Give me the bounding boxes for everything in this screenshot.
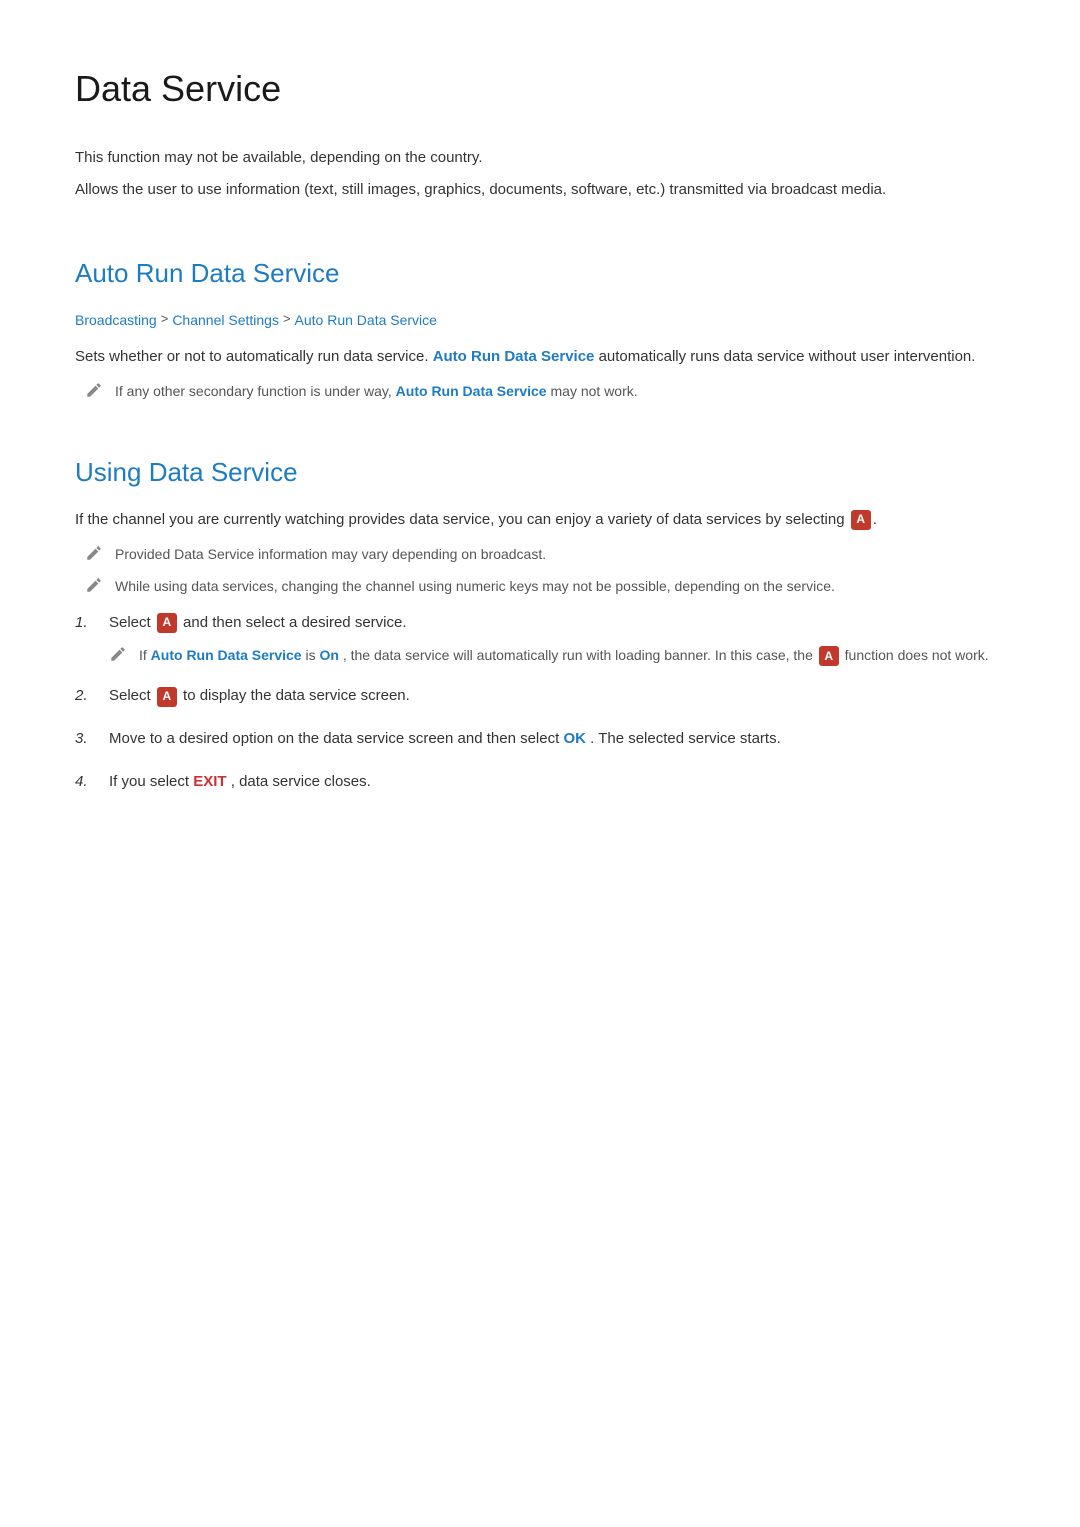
step-4: 4. If you select EXIT , data service clo… [75, 770, 1005, 795]
step3-text-after: . The selected service starts. [590, 730, 781, 747]
pencil-icon-1 [85, 544, 105, 564]
section2-note2-text: While using data services, changing the … [115, 575, 835, 597]
section1-body-text1: Sets whether or not to automatically run… [75, 348, 429, 365]
step3-ok: OK [563, 730, 586, 747]
section1-note-highlight: Auto Run Data Service [396, 383, 547, 399]
pencil-icon-2 [85, 576, 105, 596]
step1-nested-highlight: Auto Run Data Service [151, 647, 302, 663]
step1-text-before: Select [109, 614, 155, 631]
section2-note1-text: Provided Data Service information may va… [115, 543, 546, 565]
section1-highlight1: Auto Run Data Service [433, 348, 595, 365]
step1-content: Select A and then select a desired servi… [109, 611, 1005, 666]
step1-text-after: and then select a desired service. [183, 614, 406, 631]
section-auto-run: Auto Run Data Service Broadcasting > Cha… [75, 253, 1005, 402]
intro-para-1: This function may not be available, depe… [75, 146, 1005, 171]
a-badge-nested: A [819, 646, 839, 666]
steps-list: 1. Select A and then select a desired se… [75, 611, 1005, 794]
step4-text-before: If you select [109, 773, 193, 790]
step4-content: If you select EXIT , data service closes… [109, 770, 1005, 795]
step2-text-before: Select [109, 687, 155, 704]
section1-note: If any other secondary function is under… [85, 380, 1005, 402]
step4-text-after: , data service closes. [231, 773, 371, 790]
a-badge-intro: A [851, 510, 871, 530]
section1-title: Auto Run Data Service [75, 253, 1005, 295]
section1-body: Sets whether or not to automatically run… [75, 345, 1005, 370]
section2-intro: If the channel you are currently watchin… [75, 508, 1005, 533]
step-3: 3. Move to a desired option on the data … [75, 727, 1005, 752]
step1-num: 1. [75, 611, 95, 636]
pencil-icon [85, 381, 105, 401]
a-badge-step1: A [157, 613, 177, 633]
pencil-icon-3 [109, 645, 129, 665]
breadcrumb-link-broadcasting[interactable]: Broadcasting [75, 309, 157, 331]
section1-body-text2: automatically runs data service without … [599, 348, 976, 365]
step2-content: Select A to display the data service scr… [109, 684, 1005, 709]
section2-note1: Provided Data Service information may va… [85, 543, 1005, 565]
step1-nested-note: If Auto Run Data Service is On , the dat… [109, 644, 1005, 666]
step4-num: 4. [75, 770, 95, 795]
breadcrumb-link-auto-run[interactable]: Auto Run Data Service [295, 309, 437, 331]
breadcrumb: Broadcasting > Channel Settings > Auto R… [75, 309, 1005, 331]
step-1: 1. Select A and then select a desired se… [75, 611, 1005, 666]
intro-para-2: Allows the user to use information (text… [75, 178, 1005, 203]
step2-text-after: to display the data service screen. [183, 687, 410, 704]
step1-nested-text: If Auto Run Data Service is On , the dat… [139, 644, 989, 666]
section1-note-text: If any other secondary function is under… [115, 380, 638, 402]
step3-content: Move to a desired option on the data ser… [109, 727, 1005, 752]
step2-num: 2. [75, 684, 95, 709]
section2-note2: While using data services, changing the … [85, 575, 1005, 597]
breadcrumb-sep-2: > [283, 309, 291, 330]
breadcrumb-link-channel-settings[interactable]: Channel Settings [172, 309, 279, 331]
step-2: 2. Select A to display the data service … [75, 684, 1005, 709]
step3-num: 3. [75, 727, 95, 752]
step3-text: Move to a desired option on the data ser… [109, 730, 563, 747]
step4-exit: EXIT [193, 773, 226, 790]
a-badge-step2: A [157, 687, 177, 707]
breadcrumb-sep-1: > [161, 309, 169, 330]
section2-title: Using Data Service [75, 452, 1005, 494]
step1-on-text: On [320, 647, 339, 663]
page-title: Data Service [75, 60, 1005, 118]
section-using-data-service: Using Data Service If the channel you ar… [75, 452, 1005, 795]
